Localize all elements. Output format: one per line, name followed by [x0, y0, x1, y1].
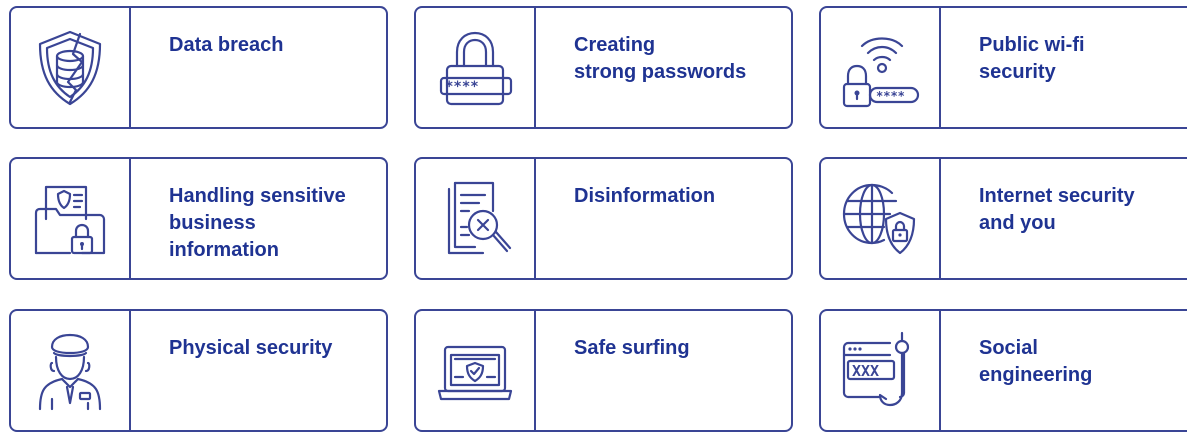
padlock-password-icon: ****_ — [439, 31, 513, 105]
card-title: Data breach — [169, 34, 284, 56]
laptop-shield-icon — [437, 345, 513, 400]
card-title: Safe surfing — [574, 337, 690, 359]
shield-database-icon — [38, 30, 102, 105]
security-guard-icon — [38, 333, 102, 410]
card-handling-sensitive-business-information[interactable]: Handling sensitive business information — [9, 157, 388, 280]
svg-text:****: **** — [876, 89, 905, 103]
card-public-wifi-security[interactable]: **** Public wi-fi security — [819, 6, 1187, 129]
svg-text:XXX: XXX — [852, 362, 879, 380]
card-creating-strong-passwords[interactable]: ****_ Creating strong passwords — [414, 6, 793, 129]
document-magnifier-icon — [447, 181, 512, 254]
browser-hook-icon: XXX — [842, 331, 910, 406]
card-safe-surfing[interactable]: Safe surfing — [414, 309, 793, 432]
card-data-breach[interactable]: Data breach — [9, 6, 388, 129]
card-title: Social engineering — [979, 337, 1093, 386]
globe-shield-icon — [842, 183, 916, 254]
card-internet-security-and-you[interactable]: Internet security and you — [819, 157, 1187, 280]
card-title: Creating strong passwords — [574, 34, 747, 83]
card-title: Public wi-fi security — [979, 34, 1085, 83]
card-title: Disinformation — [574, 185, 716, 207]
card-social-engineering[interactable]: XXX Social engineering — [819, 309, 1187, 432]
card-physical-security[interactable]: Physical security — [9, 309, 388, 432]
wifi-lock-icon: **** — [842, 36, 920, 107]
card-title: Physical security — [169, 337, 333, 359]
card-disinformation[interactable]: Disinformation — [414, 157, 793, 280]
svg-text:****_: ****_ — [445, 79, 488, 95]
secure-folder-icon — [34, 185, 106, 254]
card-title: Handling sensitive business information — [169, 185, 346, 261]
card-title: Internet security and you — [979, 185, 1135, 234]
